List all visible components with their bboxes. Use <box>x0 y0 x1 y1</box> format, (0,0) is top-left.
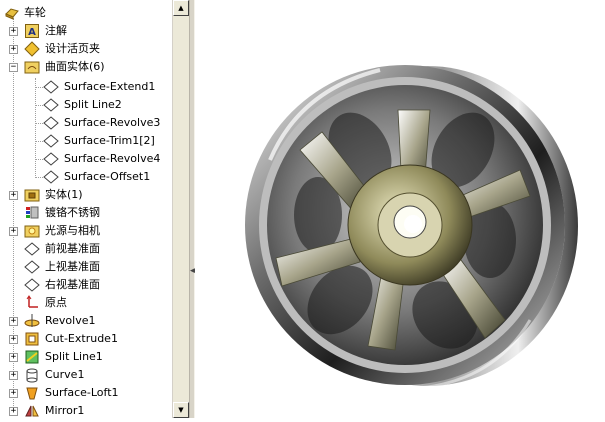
tree-subitem-label: Surface-Revolve3 <box>64 116 161 129</box>
cut-extrude-icon <box>25 332 39 346</box>
tree-item-label: 设计活页夹 <box>45 42 100 55</box>
surface-body-icon <box>43 116 59 130</box>
tree-item-label: Surface-Loft1 <box>45 386 119 399</box>
revolve-icon <box>24 314 40 327</box>
expand-toggle[interactable]: + <box>9 371 18 380</box>
tree-item-label: 实体(1) <box>45 188 83 201</box>
solid-bodies-folder-icon <box>24 189 40 202</box>
tree-subitem-label: Surface-Extend1 <box>64 80 156 93</box>
svg-text:A: A <box>28 27 36 38</box>
surface-body-icon <box>43 80 59 94</box>
splitter-grip-icon[interactable]: ◂▸ <box>190 267 199 276</box>
tree-item-label: 原点 <box>45 296 67 309</box>
tree-subitem-label: Surface-Revolve4 <box>64 152 161 165</box>
annotations-icon: A <box>25 24 39 38</box>
tree-item-label: Cut-Extrude1 <box>45 332 118 345</box>
tree-item-label: 右视基准面 <box>45 278 100 291</box>
plane-icon <box>24 242 40 256</box>
plane-icon <box>24 260 40 274</box>
expand-toggle[interactable]: + <box>9 335 18 344</box>
tree-item-label: Curve1 <box>45 368 85 381</box>
design-binder-icon <box>24 41 40 57</box>
scroll-up-button[interactable]: ▲ <box>173 0 189 16</box>
tree-subitem-label: Surface-Trim1[2] <box>64 134 155 147</box>
tree-root-label: 车轮 <box>24 6 46 19</box>
tree-item-label: 注解 <box>45 24 67 37</box>
tree-item-label: 曲面实体(6) <box>45 60 105 73</box>
surface-body-icon <box>43 134 59 148</box>
material-icon <box>26 206 39 219</box>
surface-body-icon <box>43 98 59 112</box>
tree-item-label: Split Line1 <box>45 350 103 363</box>
tree-item-label: Mirror1 <box>45 404 85 417</box>
plane-icon <box>24 278 40 292</box>
expand-toggle[interactable]: + <box>9 27 18 36</box>
scroll-down-button[interactable]: ▼ <box>173 402 189 418</box>
expand-toggle[interactable]: + <box>9 353 18 362</box>
surface-bodies-folder-icon <box>24 61 40 74</box>
tree-item-label: Revolve1 <box>45 314 96 327</box>
surface-loft-icon <box>26 387 38 400</box>
expand-toggle[interactable]: + <box>9 389 18 398</box>
tree-item-label: 镀铬不锈钢 <box>45 206 100 219</box>
expand-toggle[interactable]: + <box>9 191 18 200</box>
feature-manager-tree[interactable]: 车轮 + A 注解 + 设计活页夹 − 曲面实体(6) Surface-Exte… <box>0 0 189 418</box>
tree-subitem-label: Split Line2 <box>64 98 122 111</box>
tree-item-label: 前视基准面 <box>45 242 100 255</box>
curve-icon <box>26 368 38 383</box>
collapse-toggle[interactable]: − <box>9 63 18 72</box>
tree-item-label: 光源与相机 <box>45 224 100 237</box>
tree-scrollbar[interactable]: ▲ ▼ <box>172 0 189 418</box>
expand-toggle[interactable]: + <box>9 317 18 326</box>
expand-toggle[interactable]: + <box>9 45 18 54</box>
part-icon <box>5 8 19 20</box>
expand-toggle[interactable]: + <box>9 407 18 416</box>
surface-body-icon <box>43 152 59 166</box>
mirror-icon <box>25 405 39 417</box>
surface-body-icon <box>43 170 59 184</box>
lights-cameras-icon <box>24 225 40 238</box>
tree-subitem-label: Surface-Offset1 <box>64 170 151 183</box>
tree-item-label: 上视基准面 <box>45 260 100 273</box>
expand-toggle[interactable]: + <box>9 227 18 236</box>
origin-icon <box>26 295 38 308</box>
split-line-icon <box>25 350 39 364</box>
wheel-model-icon[interactable] <box>195 0 605 418</box>
graphics-area[interactable] <box>195 0 605 418</box>
